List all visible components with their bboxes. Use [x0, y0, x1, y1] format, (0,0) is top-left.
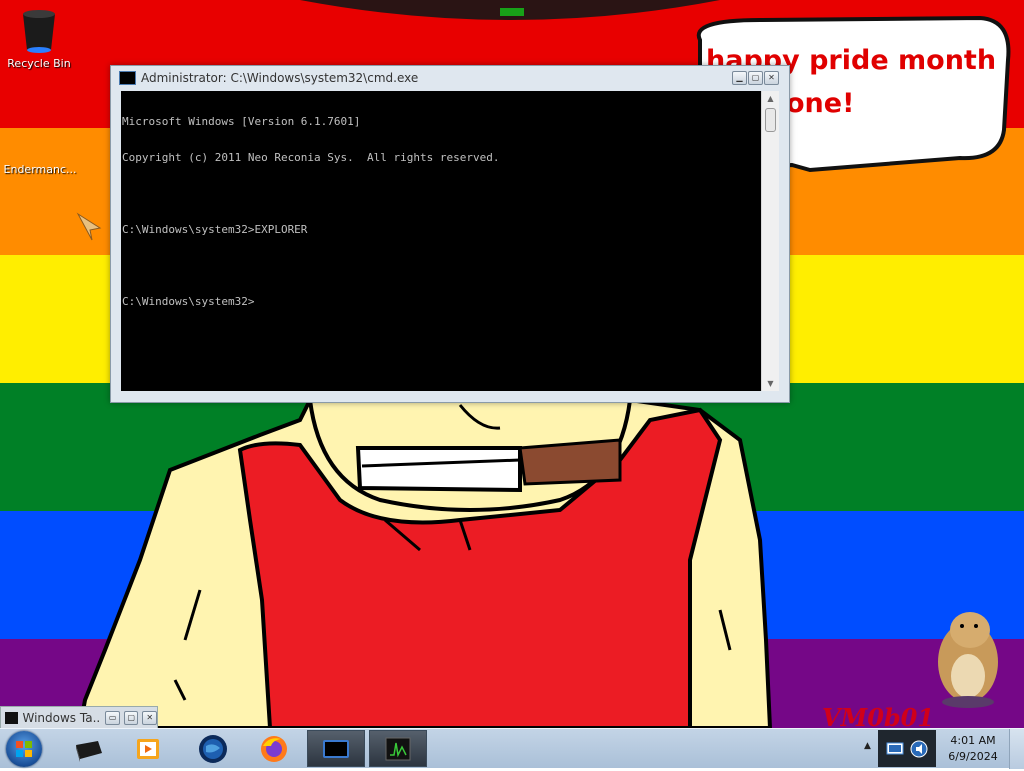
scrollbar-thumb[interactable]: [765, 108, 776, 132]
minimize-button[interactable]: ▁: [732, 71, 747, 85]
mouse-cursor-icon: [76, 212, 102, 241]
drive-icon: [76, 740, 102, 762]
console-prompt: C:\Windows\system32>: [122, 295, 255, 308]
window-controls: ▁ ▢ ✕: [732, 71, 779, 85]
scroll-up-arrow-icon[interactable]: ▲: [762, 94, 779, 103]
taskbar-firefox-button[interactable]: [245, 730, 303, 767]
close-button[interactable]: ✕: [764, 71, 779, 85]
task-manager-icon: [385, 737, 411, 760]
cmd-window[interactable]: Administrator: C:\Windows\system32\cmd.e…: [110, 65, 790, 403]
maximize-button[interactable]: ▢: [123, 710, 139, 725]
desktop-icon-label: Endermanc...: [3, 163, 77, 176]
windows-logo-icon: [16, 741, 32, 757]
window-title: Administrator: C:\Windows\system32\cmd.e…: [141, 71, 419, 85]
cmd-icon: [119, 71, 136, 85]
maximize-button[interactable]: ▢: [748, 71, 763, 85]
desktop-icon-label: Recycle Bin: [7, 57, 71, 70]
recycle-bin-icon: [23, 10, 55, 53]
restore-button[interactable]: ▭: [105, 710, 120, 725]
sound-icon[interactable]: [910, 740, 928, 758]
top-green-light: [500, 8, 524, 16]
taskbar: ▲ 4:01 AM 6/9/2024: [0, 728, 1024, 769]
watermark: VM0b01: [822, 703, 935, 728]
show-hidden-icons-arrow-icon[interactable]: ▲: [864, 741, 871, 751]
task-manager-icon: [5, 711, 19, 724]
vertical-scrollbar[interactable]: ▲ ▼: [761, 91, 779, 391]
minimized-window-title: Windows Ta...: [22, 710, 102, 725]
scroll-down-arrow-icon[interactable]: ▼: [762, 379, 779, 388]
taskbar-drive-button[interactable]: [60, 730, 118, 767]
character-mouth: [355, 446, 522, 493]
taskbar-cmd-button[interactable]: [307, 730, 365, 767]
clock-date: 6/9/2024: [948, 750, 998, 763]
taskbar-media-player-button[interactable]: [119, 730, 177, 767]
system-clock[interactable]: 4:01 AM 6/9/2024: [940, 733, 1006, 765]
system-tray: [878, 730, 936, 767]
show-desktop-button[interactable]: [1009, 729, 1024, 769]
console-line: Microsoft Windows [Version 6.1.7601]: [122, 115, 361, 128]
desktop-icon-endermanch[interactable]: Endermanc...: [2, 163, 78, 176]
start-button[interactable]: [6, 731, 42, 767]
character-cigar: [518, 438, 622, 486]
cmd-icon: [323, 739, 349, 758]
taskbar-globe-button[interactable]: [184, 730, 242, 767]
network-icon[interactable]: [886, 741, 904, 757]
taskbar-task-manager-button[interactable]: [369, 730, 427, 767]
desktop-icon-recycle-bin[interactable]: Recycle Bin: [4, 6, 74, 70]
console-line: C:\Windows\system32>EXPLORER: [122, 223, 308, 236]
window-title-bar[interactable]: Administrator: C:\Windows\system32\cmd.e…: [119, 71, 418, 85]
console-line: Copyright (c) 2011 Neo Reconia Sys. All …: [122, 151, 500, 164]
globe-icon: [199, 734, 227, 763]
console-output[interactable]: Microsoft Windows [Version 6.1.7601] Cop…: [121, 91, 761, 391]
bubble-text-line2: one!: [786, 88, 855, 119]
media-player-icon: [137, 738, 159, 759]
firefox-icon: [261, 735, 287, 762]
close-button[interactable]: ✕: [142, 710, 157, 725]
clock-time: 4:01 AM: [950, 734, 996, 747]
minimized-window[interactable]: Windows Ta... ▭ ▢ ✕: [0, 706, 158, 728]
